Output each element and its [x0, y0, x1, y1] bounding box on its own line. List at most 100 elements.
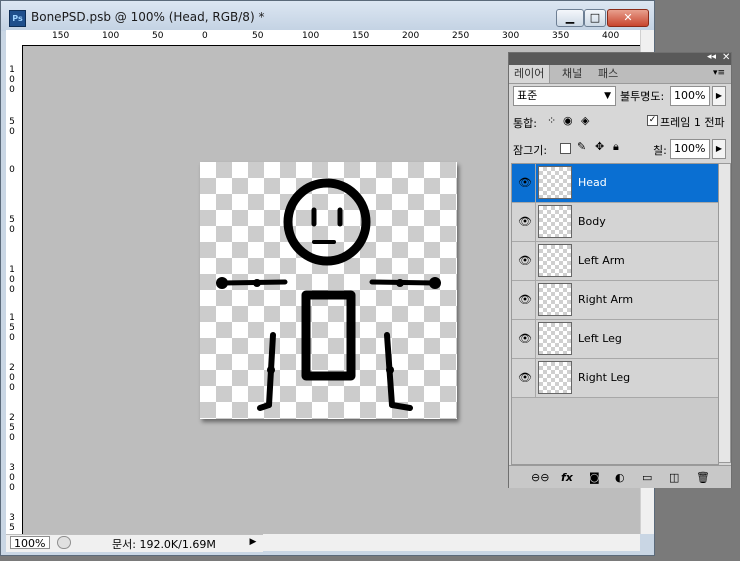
eye-icon[interactable]: 👁︎ [515, 281, 536, 319]
layer-name: Right Arm [578, 293, 634, 306]
propagate-label: 프레임 1 전파 [660, 116, 725, 129]
unify-label: 통합: [513, 117, 537, 130]
ruler-tick-label: 200 [402, 31, 420, 41]
layer-list: 👁︎ Head 👁︎ Body 👁︎ Left Arm 👁︎ Right Arm 👁︎ Left … [511, 163, 719, 465]
lock-label: 잠그기: [513, 144, 548, 157]
fill-label: 칠: [653, 144, 667, 157]
ruler-tick-label: 5 0 [9, 215, 15, 235]
eye-icon[interactable]: 👁︎ [515, 359, 536, 397]
ruler-origin[interactable] [6, 30, 23, 46]
eye-icon[interactable]: 👁︎ [515, 164, 536, 202]
layer-name: Body [578, 215, 606, 228]
ruler-tick-label: 50 [152, 31, 164, 41]
vertical-ruler[interactable]: 1 0 0 5 0 0 5 0 1 0 0 1 5 0 2 0 0 2 5 0 3 0 0 3 5 [6, 45, 23, 534]
ruler-tick-label: 1 0 0 [9, 265, 15, 295]
close-button[interactable]: ✕ [607, 9, 649, 27]
panel-header[interactable]: ◂◂ ✕ [509, 52, 731, 65]
document-canvas[interactable] [200, 162, 457, 419]
ruler-tick-label: 2 0 0 [9, 363, 15, 393]
ruler-tick-label: 150 [352, 31, 370, 41]
lock-move-icon[interactable]: ✥ [595, 140, 604, 153]
tab-channels[interactable]: 채널 [557, 65, 587, 83]
fx-icon[interactable]: fx [561, 471, 573, 484]
layer-name: Head [578, 176, 607, 189]
opacity-label: 불투명도: [620, 90, 665, 103]
document-info: 문서: 192.0K/1.69M [112, 538, 216, 551]
unify-visibility-icon[interactable]: ◉ [563, 114, 573, 127]
horizontal-scrollbar[interactable] [263, 534, 640, 551]
opacity-arrow-icon[interactable]: ▶ [712, 86, 726, 106]
ruler-tick-label: 300 [502, 31, 520, 41]
ruler-tick-label: 400 [602, 31, 620, 41]
ruler-tick-label: 1 5 0 [9, 313, 15, 343]
ruler-tick-label: 1 0 0 [9, 65, 15, 95]
unify-position-icon[interactable]: ⁘ [547, 114, 556, 127]
layer-row[interactable]: 👁︎ Left Leg [512, 320, 718, 359]
close-icon: ✕ [623, 11, 633, 24]
eye-icon[interactable]: 👁︎ [515, 242, 536, 280]
eye-icon[interactable]: 👁︎ [515, 203, 536, 241]
fill-field[interactable]: 100% [670, 139, 710, 159]
layer-name: Left Arm [578, 254, 625, 267]
new-layer-icon[interactable]: ◫ [669, 471, 679, 484]
status-menu-arrow-icon[interactable]: ▶ [247, 536, 259, 549]
layer-row[interactable]: 👁︎ Body [512, 203, 718, 242]
maximize-button[interactable]: □ [584, 9, 606, 27]
horizontal-ruler[interactable]: 150 100 50 0 50 100 150 200 250 300 350 400 [22, 30, 640, 46]
layer-thumbnail [538, 322, 572, 355]
title-bar[interactable]: Ps BonePSD.psb @ 100% (Head, RGB/8) * ▁ … [1, 1, 654, 31]
adjustment-icon[interactable]: ◐ [615, 471, 625, 484]
ruler-tick-label: 50 [252, 31, 264, 41]
layer-thumbnail [538, 244, 572, 277]
ruler-tick-label: 0 [202, 31, 208, 41]
document-title: BonePSD.psb @ 100% (Head, RGB/8) * [31, 10, 265, 24]
eye-icon[interactable]: 👁︎ [515, 320, 536, 358]
layer-row[interactable]: 👁︎ Right Leg [512, 359, 718, 398]
link-icon[interactable]: ⊖⊖ [531, 471, 549, 484]
collapse-icon[interactable]: ◂◂ [707, 52, 716, 62]
layer-name: Left Leg [578, 332, 622, 345]
layer-name: Right Leg [578, 371, 631, 384]
maximize-icon: □ [589, 11, 601, 24]
panel-close-icon[interactable]: ✕ [722, 52, 730, 63]
opacity-field[interactable]: 100% [670, 86, 710, 106]
head-shape [283, 178, 371, 266]
minimize-icon: ▁ [565, 11, 575, 24]
layer-thumbnail [538, 283, 572, 316]
layer-row[interactable]: 👁︎ Right Arm [512, 281, 718, 320]
lock-brush-icon[interactable]: ✎ [577, 140, 586, 153]
tab-paths[interactable]: 패스 [593, 65, 623, 83]
ruler-tick-label: 3 5 [9, 513, 15, 533]
mask-icon[interactable]: ◙ [589, 471, 600, 484]
tab-layers[interactable]: 레이어 [509, 65, 551, 83]
zoom-field[interactable]: 100% [10, 536, 50, 550]
panel-menu-icon[interactable]: ▾≡ [713, 68, 725, 78]
zoom-icon[interactable] [57, 536, 71, 549]
propagate-checkbox[interactable]: ✓ [647, 115, 658, 126]
layers-panel: ◂◂ ✕ 레이어 채널 패스 ▾≡ 표준 ▼ 불투명도: 100% ▶ 통합: … [508, 52, 732, 488]
ruler-tick-label: 0 [9, 165, 15, 175]
layer-list-scrollbar[interactable] [718, 163, 731, 463]
ruler-tick-label: 150 [52, 31, 70, 41]
body-shape [301, 290, 356, 381]
lock-all-icon[interactable]: 🔒︎ [613, 140, 619, 154]
ruler-tick-label: 100 [302, 31, 320, 41]
fill-arrow-icon[interactable]: ▶ [712, 139, 726, 159]
minimize-button[interactable]: ▁ [556, 9, 584, 27]
blend-mode-value: 표준 [517, 89, 538, 102]
ruler-tick-label: 250 [452, 31, 470, 41]
chevron-down-icon: ▼ [604, 91, 611, 101]
lock-transparency-icon[interactable] [560, 143, 571, 154]
trash-icon[interactable]: 🗑︎ [696, 471, 710, 484]
layer-thumbnail [538, 361, 572, 394]
layer-row[interactable]: 👁︎ Head [512, 164, 718, 203]
unify-style-icon[interactable]: ◈ [581, 114, 589, 127]
blend-mode-select[interactable]: 표준 ▼ [513, 86, 616, 106]
ruler-tick-label: 2 5 0 [9, 413, 15, 443]
layer-thumbnail [538, 205, 572, 238]
layer-row[interactable]: 👁︎ Left Arm [512, 242, 718, 281]
folder-icon[interactable]: ▭ [642, 471, 652, 484]
layer-thumbnail [538, 166, 572, 199]
panel-footer: ⊖⊖ fx ◙ ◐ ▭ ◫ 🗑︎ [509, 465, 731, 488]
stick-figure-drawing [216, 178, 441, 411]
